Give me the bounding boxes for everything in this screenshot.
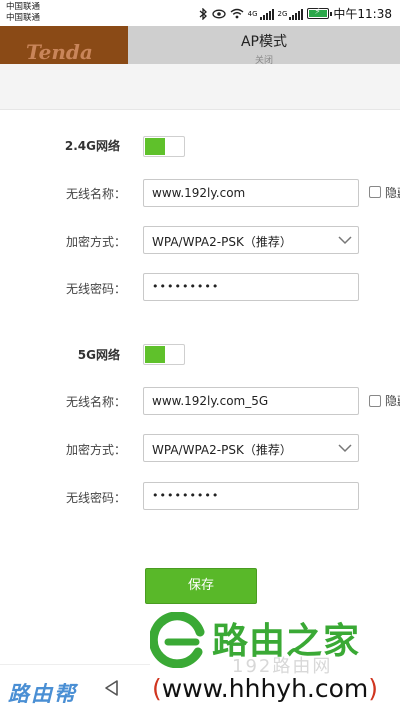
url-close-paren: ): [368, 674, 379, 703]
hide-checkbox-5g[interactable]: [369, 395, 381, 407]
ssid-label-5g: 无线名称：: [65, 395, 126, 409]
password-label-5g: 无线密码：: [65, 491, 126, 505]
security-label-5g: 加密方式：: [65, 443, 126, 457]
wifi-icon: [230, 8, 244, 19]
section-title-5g: 5G网络: [77, 348, 120, 362]
ssid-input-2g[interactable]: www.192ly.com: [143, 179, 359, 207]
toggle-2g-knob: [145, 138, 165, 155]
battery-icon: ⚡: [307, 7, 333, 19]
bluetooth-icon: [199, 7, 207, 20]
network-type-1: 4G: [247, 9, 258, 18]
hide-label-2g: 隐藏: [385, 186, 400, 200]
page-title: AP模式: [240, 34, 288, 50]
chevron-down-icon: [338, 444, 352, 453]
toggle-2g[interactable]: [143, 136, 185, 157]
network-type-2: 2G: [277, 9, 288, 18]
password-input-2g[interactable]: •••••••••: [143, 273, 359, 301]
security-value-2g: WPA/WPA2-PSK（推荐）: [152, 235, 292, 249]
clock: 中午11:38: [333, 7, 392, 21]
security-select-2g[interactable]: WPA/WPA2-PSK（推荐）: [143, 226, 359, 254]
url-text: www.hhhyh.com: [161, 674, 369, 703]
section-title-2g: 2.4G网络: [64, 139, 120, 153]
status-bar: 中国联通 中国联通 4G 2G ⚡ 中午11:38: [0, 0, 400, 26]
router-home-logo-icon: [150, 612, 205, 668]
page-subtitle: 关闭: [254, 56, 273, 64]
security-select-5g[interactable]: WPA/WPA2-PSK（推荐）: [143, 434, 359, 462]
password-input-5g[interactable]: •••••••••: [143, 482, 359, 510]
password-label-2g: 无线密码：: [65, 282, 126, 296]
tenda-logo: Tenda: [0, 26, 128, 64]
eye-icon: [211, 9, 226, 18]
signal-icon-2: [289, 8, 304, 20]
help-logo: 路由帮: [8, 681, 77, 706]
watermark-url: (www.hhhyh.com): [152, 674, 378, 703]
nav-divider: [0, 664, 150, 665]
toggle-5g[interactable]: [143, 344, 185, 365]
save-button[interactable]: 保存: [145, 568, 257, 604]
ssid-label-2g: 无线名称：: [65, 187, 126, 201]
chevron-down-icon: [338, 236, 352, 245]
hide-label-5g: 隐藏: [385, 394, 400, 408]
url-open-paren: (: [152, 674, 162, 703]
security-value-5g: WPA/WPA2-PSK（推荐）: [152, 443, 292, 457]
sub-toolbar: [0, 64, 400, 110]
hide-checkbox-2g[interactable]: [369, 186, 381, 198]
carrier-1: 中国联通: [6, 2, 41, 12]
app-header: Tenda AP模式 关闭: [0, 26, 400, 64]
back-triangle-icon[interactable]: [103, 679, 119, 697]
signal-icon: [259, 8, 274, 20]
carrier-info: 中国联通 中国联通: [6, 2, 40, 24]
security-label-2g: 加密方式：: [65, 235, 126, 249]
carrier-2: 中国联通: [6, 13, 41, 23]
toggle-5g-knob: [145, 346, 165, 363]
ssid-input-5g[interactable]: www.192ly.com_5G: [143, 387, 359, 415]
